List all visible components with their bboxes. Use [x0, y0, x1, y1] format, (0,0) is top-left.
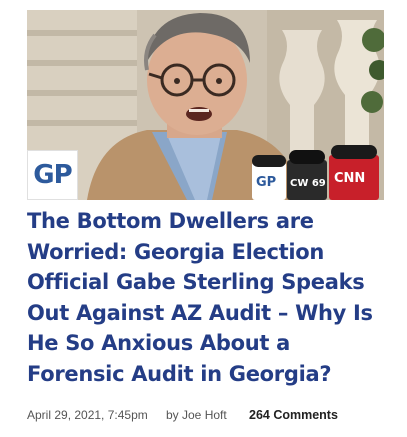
article-image[interactable]: GP CW 69 CNN: [27, 10, 384, 200]
site-logo-text: GP: [33, 160, 72, 190]
mic-flag-cnn: CNN: [334, 171, 365, 186]
article-card[interactable]: GP CW 69 CNN GP The Bottom Dwellers are …: [0, 0, 407, 437]
article-headline[interactable]: The Bottom Dwellers are Worried: Georgia…: [27, 206, 384, 390]
press-conference-photo: GP CW 69 CNN: [27, 10, 384, 200]
article-meta: April 29, 2021, 7:45pm by Joe Hoft 264 C…: [27, 408, 384, 426]
publish-date: April 29, 2021, 7:45pm: [27, 408, 148, 422]
mic-flag-cw: CW 69: [290, 178, 326, 189]
author-link[interactable]: by Joe Hoft: [166, 408, 227, 422]
mic-flag-gp: GP: [256, 175, 276, 190]
comments-link[interactable]: 264 Comments: [249, 408, 338, 422]
site-logo-badge: GP: [27, 150, 78, 200]
